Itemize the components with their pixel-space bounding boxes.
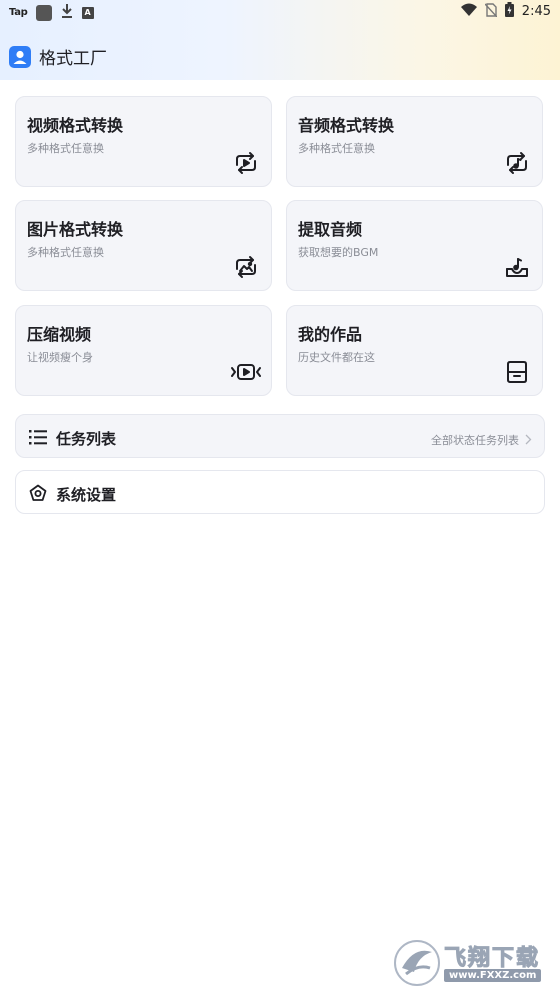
card-audio-convert[interactable]: 音频格式转换 多种格式任意换 [286,96,543,187]
download-icon [60,3,74,22]
watermark-emblem-icon [394,940,440,986]
task-list-label: 任务列表 [56,430,117,448]
task-list-all-status[interactable]: 全部状态任务列表 [431,430,532,449]
card-title: 提取音频 [298,220,363,239]
app-title: 格式工厂 [39,49,107,69]
settings-row[interactable]: 系统设置 [15,470,545,514]
app-header: 格式工厂 [9,44,107,69]
card-title: 图片格式转换 [27,220,124,239]
no-sim-icon [484,2,498,20]
card-my-works[interactable]: 我的作品 历史文件都在这 [286,305,543,396]
card-subtitle: 多种格式任意换 [27,142,104,155]
card-compress-video[interactable]: 压缩视频 让视频瘦个身 [15,305,272,396]
card-subtitle: 多种格式任意换 [298,142,375,155]
task-list-row[interactable]: 任务列表 全部状态任务列表 [15,414,545,458]
card-image-convert[interactable]: 图片格式转换 多种格式任意换 [15,200,272,291]
app-logo-icon [9,45,31,68]
tap-indicator: Tap [9,7,28,18]
watermark-en-text: www.FXXZ.com [444,969,542,982]
battery-icon [504,2,514,20]
card-title: 我的作品 [298,325,363,344]
chevron-right-icon [525,430,532,449]
card-title: 音频格式转换 [298,116,395,135]
list-icon [29,428,47,446]
card-subtitle: 让视频瘦个身 [27,351,93,364]
wifi-icon [460,3,477,20]
card-subtitle: 历史文件都在这 [298,351,375,364]
my-works-icon [504,359,530,385]
status-time: 2:45 [521,3,551,19]
card-title: 视频格式转换 [27,116,124,135]
video-convert-icon [233,150,259,176]
card-subtitle: 多种格式任意换 [27,246,104,259]
card-video-convert[interactable]: 视频格式转换 多种格式任意换 [15,96,272,187]
watermark-cn-text: 飞翔下载 [443,946,541,972]
card-extract-audio[interactable]: 提取音频 获取想要的BGM [286,200,543,291]
image-convert-icon [233,254,259,280]
audio-convert-icon [504,150,530,176]
task-list-right-text: 全部状态任务列表 [431,433,519,447]
settings-icon [29,484,47,502]
card-subtitle: 获取想要的BGM [298,246,379,259]
a-notification-icon: A [81,6,94,19]
settings-label: 系统设置 [56,486,117,504]
app-notification-icon [35,4,52,21]
status-bar: Tap A 2:45 [0,0,560,24]
extract-audio-icon [504,254,530,280]
card-title: 压缩视频 [27,325,92,344]
watermark-logo: 飞翔下载 www.FXXZ.com [392,938,552,988]
compress-video-icon [231,359,261,385]
